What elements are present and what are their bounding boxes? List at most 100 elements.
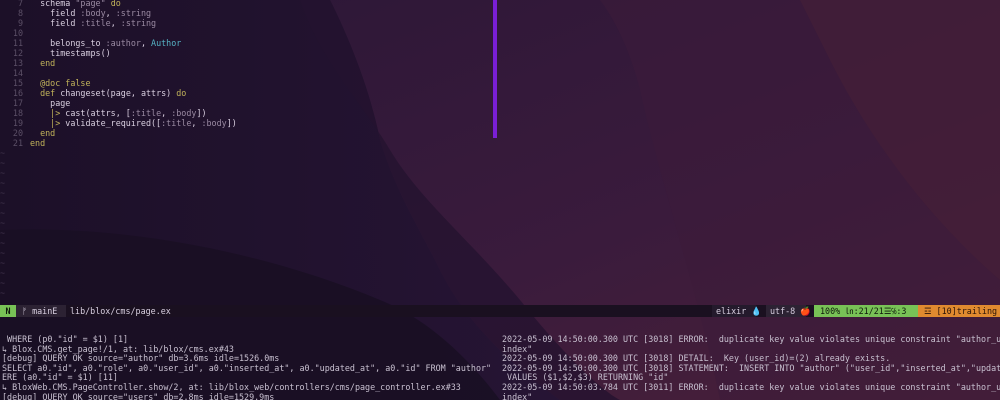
terminal-line: 2022-05-09 14:50:00.300 UTC [3018] DETAI… <box>502 354 891 364</box>
code-token: do <box>105 0 121 8</box>
code-token: , <box>105 8 116 18</box>
empty-line-marker: ~ <box>0 238 6 248</box>
line-number: 20 <box>12 128 23 138</box>
line-number: 18 <box>12 108 23 118</box>
code-token: :body <box>80 8 106 18</box>
code-text: end <box>30 138 45 148</box>
code-token: , <box>140 38 152 48</box>
filetype-indicator: elixir 💧 <box>712 305 762 317</box>
empty-line-marker: ~ <box>0 258 6 268</box>
terminal-line: ↳ Blox.CMS.get_page!/1, at: lib/blox/cms… <box>2 344 234 354</box>
code-token: :body <box>171 108 197 118</box>
code-text: @doc false <box>30 78 91 88</box>
encoding-indicator: utf-8 🍎 <box>766 305 811 317</box>
line-number: 19 <box>12 118 23 128</box>
mode-indicator: N <box>0 305 16 317</box>
empty-line-marker: ~ <box>0 158 6 168</box>
code-token: :string <box>120 18 157 28</box>
code-token: |> <box>30 118 66 128</box>
code-token: , <box>161 108 172 118</box>
terminal-pane-postgres-log[interactable]: 2022-05-09 14:50:00.300 UTC [3018] ERROR… <box>502 335 1000 400</box>
code-token: :title <box>80 18 111 28</box>
line-number: 15 <box>12 78 23 88</box>
line-number: 8 <box>17 8 23 18</box>
line-number: 16 <box>12 88 23 98</box>
line-number: 14 <box>12 68 23 78</box>
code-token: belongs_to <box>30 38 106 48</box>
line-number: 21 <box>12 138 23 148</box>
terminal-line: VALUES ($1,$2,$3) RETURNING "id" <box>502 373 669 383</box>
empty-line-marker: ~ <box>0 148 6 158</box>
code-token: cast(attrs, [ <box>65 108 131 118</box>
empty-line-marker: ~ <box>0 198 6 208</box>
code-token: schema <box>30 0 76 8</box>
code-token: :string <box>115 8 152 18</box>
code-token: :title <box>130 108 162 118</box>
terminal-line: SELECT a0."id", a0."role", a0."user_id",… <box>2 363 496 373</box>
code-editor-pane[interactable]: 7 schema "page" do 8 field :body, :string… <box>0 0 493 300</box>
empty-line-marker: ~ <box>0 228 6 238</box>
code-token: changeset(page, attrs) <box>60 88 177 98</box>
code-token: end <box>30 138 46 148</box>
cursor-position: 100% ㏑:21/21☰℅:3 <box>814 305 918 317</box>
code-token: do <box>176 88 187 98</box>
code-token: validate_required([ <box>65 118 162 128</box>
empty-line-marker: ~ <box>0 278 6 288</box>
status-line: N ᚠ mainE lib/blox/cms/page.ex elixir 💧 … <box>0 305 1000 317</box>
empty-line-marker: ~ <box>0 188 6 198</box>
code-text: field :title, :string <box>30 18 156 28</box>
terminal-line: index" <box>502 344 533 354</box>
code-token: end <box>30 58 56 68</box>
code-token: Author <box>151 38 182 48</box>
code-token: :author <box>105 38 141 48</box>
code-token: "page" <box>75 0 106 8</box>
empty-line-marker: ~ <box>0 218 6 228</box>
line-number: 7 <box>17 0 23 8</box>
terminal-pane-phoenix-log[interactable]: WHERE (p0."id" = $1) [1] ↳ Blox.CMS.get_p… <box>2 335 496 400</box>
code-token: |> <box>30 108 66 118</box>
trailing-whitespace-warning: ☲ [10]trailing <box>918 305 1000 317</box>
code-text: end <box>30 128 55 138</box>
terminal-line: 2022-05-09 14:50:00.300 UTC [3018] ERROR… <box>502 335 1000 344</box>
terminal-line: index" <box>502 392 533 400</box>
terminal-line: WHERE (p0."id" = $1) [1] <box>2 335 129 344</box>
code-token: @doc false <box>30 78 91 88</box>
code-text: def changeset(page, attrs) do <box>30 88 186 98</box>
empty-line-marker: ~ <box>0 268 6 278</box>
code-text: end <box>30 58 55 68</box>
empty-line-marker: ~ <box>0 168 6 178</box>
code-token: def <box>30 88 61 98</box>
code-token: ]) <box>196 108 207 118</box>
terminal-line: [debug] QUERY OK source="author" db=3.6m… <box>2 354 280 364</box>
code-token: :body <box>201 118 227 128</box>
code-token: , <box>110 18 121 28</box>
code-token: page <box>30 98 71 108</box>
terminal-line: ↳ BloxWeb.CMS.PageController.show/2, at:… <box>2 382 461 392</box>
empty-line-marker: ~ <box>0 178 6 188</box>
code-text: field :body, :string <box>30 8 151 18</box>
code-token: field <box>30 8 81 18</box>
line-number: 13 <box>12 58 23 68</box>
code-text: belongs_to :author, Author <box>30 38 181 48</box>
window-split-bar[interactable] <box>493 0 497 138</box>
code-text: page <box>30 98 70 108</box>
line-number: 17 <box>12 98 23 108</box>
terminal-line: ERE (a0."id" = $1) [11] <box>2 373 118 383</box>
code-token: field <box>30 18 81 28</box>
line-number: 9 <box>17 18 23 28</box>
code-text: timestamps() <box>30 48 111 58</box>
line-number: 10 <box>12 28 23 38</box>
empty-line-marker: ~ <box>0 208 6 218</box>
code-text: schema "page" do <box>30 0 121 8</box>
terminal-line: [debug] QUERY OK source="users" db=2.8ms… <box>2 392 275 400</box>
code-token: ]) <box>226 118 237 128</box>
line-number: 12 <box>12 48 23 58</box>
code-text: |> validate_required([:title, :body]) <box>30 118 237 128</box>
code-token: timestamps() <box>30 48 111 58</box>
code-token: , <box>191 118 202 128</box>
empty-line-marker: ~ <box>0 248 6 258</box>
terminal-line: 2022-05-09 14:50:00.300 UTC [3018] STATE… <box>502 363 1000 373</box>
file-path: lib/blox/cms/page.ex <box>70 306 171 316</box>
terminal-line: 2022-05-09 14:50:03.784 UTC [3011] ERROR… <box>502 382 1000 392</box>
line-number: 11 <box>12 38 23 48</box>
